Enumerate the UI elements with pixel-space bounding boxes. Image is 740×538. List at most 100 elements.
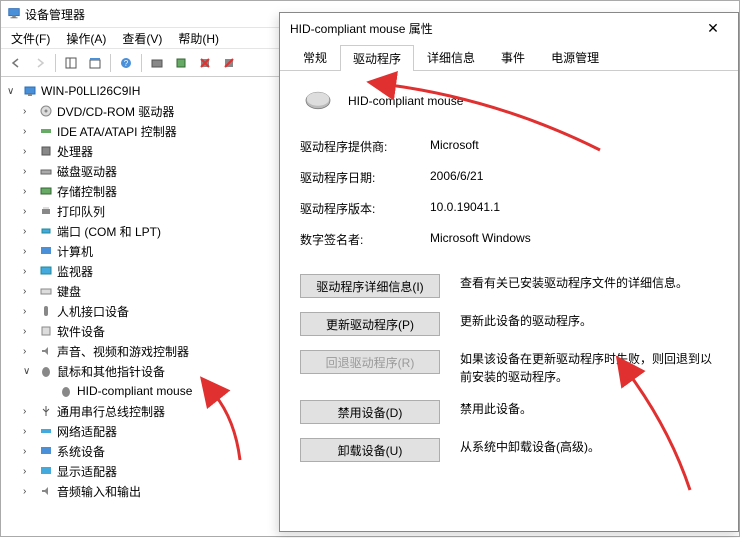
info-date: 驱动程序日期:2006/6/21 (300, 169, 718, 186)
chevron-right-icon[interactable]: › (23, 206, 37, 217)
chevron-right-icon[interactable]: › (23, 486, 37, 497)
audio-io-icon (37, 484, 55, 498)
menu-help[interactable]: 帮助(H) (172, 28, 225, 49)
dialog-body: HID-compliant mouse 驱动程序提供商:Microsoft 驱动… (280, 71, 738, 492)
cpu-icon (37, 144, 55, 158)
chevron-right-icon[interactable]: › (23, 246, 37, 257)
disable-device-button[interactable]: 禁用设备(D) (300, 400, 440, 424)
tree-item-label: 端口 (COM 和 LPT) (55, 223, 161, 240)
chevron-right-icon[interactable]: › (23, 226, 37, 237)
tab-details[interactable]: 详细信息 (414, 44, 488, 70)
help-button[interactable]: ? (115, 52, 137, 74)
port-icon (37, 224, 55, 238)
chevron-right-icon[interactable]: › (23, 126, 37, 137)
chevron-right-icon[interactable]: › (23, 406, 37, 417)
tree-item-label: 存储控制器 (55, 183, 117, 200)
tree-item-label: 音频输入和输出 (55, 483, 141, 500)
display-icon (37, 464, 55, 478)
tab-general[interactable]: 常规 (290, 44, 340, 70)
hid-icon (37, 304, 55, 318)
tree-item-label: 打印队列 (55, 203, 105, 220)
update-driver-desc: 更新此设备的驱动程序。 (460, 312, 718, 330)
tab-power[interactable]: 电源管理 (538, 44, 612, 70)
chevron-right-icon[interactable]: › (23, 466, 37, 477)
tab-driver[interactable]: 驱动程序 (340, 45, 414, 71)
show-hide-button[interactable] (60, 52, 82, 74)
toolbar-separator (141, 54, 142, 72)
row-disable-device: 禁用设备(D) 禁用此设备。 (300, 400, 718, 424)
computer-icon (21, 84, 39, 98)
tree-item-label: 人机接口设备 (55, 303, 129, 320)
forward-button[interactable] (29, 52, 51, 74)
disable-button[interactable] (218, 52, 240, 74)
uninstall-device-button[interactable]: 卸载设备(U) (300, 438, 440, 462)
device-name: HID-compliant mouse (348, 94, 463, 108)
chevron-right-icon[interactable]: › (23, 186, 37, 197)
update-driver-button[interactable]: 更新驱动程序(P) (300, 312, 440, 336)
tree-item-label: 通用串行总线控制器 (55, 403, 165, 420)
dialog-titlebar: HID-compliant mouse 属性 ✕ (280, 13, 738, 43)
driver-details-desc: 查看有关已安装驱动程序文件的详细信息。 (460, 274, 718, 292)
toolbar-separator (110, 54, 111, 72)
rollback-driver-desc: 如果该设备在更新驱动程序时失败，则回退到以前安装的驱动程序。 (460, 350, 718, 386)
row-uninstall-device: 卸载设备(U) 从系统中卸载设备(高级)。 (300, 438, 718, 462)
chevron-right-icon[interactable]: › (23, 146, 37, 157)
disable-device-desc: 禁用此设备。 (460, 400, 718, 418)
properties-button[interactable] (84, 52, 106, 74)
chevron-right-icon[interactable]: › (23, 286, 37, 297)
disk-icon (37, 164, 55, 178)
close-button[interactable]: ✕ (698, 20, 728, 37)
menu-file[interactable]: 文件(F) (5, 28, 56, 49)
usb-icon (37, 404, 55, 418)
info-provider: 驱动程序提供商:Microsoft (300, 138, 718, 155)
tree-child-label: HID-compliant mouse (75, 384, 192, 398)
tree-item-label: 网络适配器 (55, 423, 117, 440)
uninstall-button[interactable] (194, 52, 216, 74)
audio-icon (37, 344, 55, 358)
tree-item-label: 计算机 (55, 243, 93, 260)
driver-details-button[interactable]: 驱动程序详细信息(I) (300, 274, 440, 298)
keyboard-icon (37, 284, 55, 298)
svg-text:?: ? (124, 59, 129, 68)
tree-item-label: 磁盘驱动器 (55, 163, 117, 180)
mouse-icon (57, 384, 75, 398)
rollback-driver-button: 回退驱动程序(R) (300, 350, 440, 374)
tab-events[interactable]: 事件 (488, 44, 538, 70)
tree-item-label: DVD/CD-ROM 驱动器 (55, 103, 174, 120)
software-icon (37, 324, 55, 338)
tree-item-label: 声音、视频和游戏控制器 (55, 343, 189, 360)
menu-view[interactable]: 查看(V) (116, 28, 168, 49)
app-icon (7, 6, 21, 23)
chevron-right-icon[interactable]: › (23, 446, 37, 457)
row-rollback-driver: 回退驱动程序(R) 如果该设备在更新驱动程序时失败，则回退到以前安装的驱动程序。 (300, 350, 718, 386)
system-icon (37, 444, 55, 458)
info-version: 驱动程序版本:10.0.19041.1 (300, 200, 718, 217)
chevron-down-icon[interactable]: ∨ (23, 366, 37, 377)
chevron-right-icon[interactable]: › (23, 306, 37, 317)
device-header: HID-compliant mouse (300, 87, 718, 114)
storage-icon (37, 184, 55, 198)
row-update-driver: 更新驱动程序(P) 更新此设备的驱动程序。 (300, 312, 718, 336)
chevron-right-icon[interactable]: › (23, 106, 37, 117)
chevron-right-icon[interactable]: › (23, 266, 37, 277)
computer-icon (37, 244, 55, 258)
back-button[interactable] (5, 52, 27, 74)
mouse-large-icon (300, 87, 336, 114)
mouse-icon (37, 364, 55, 378)
chevron-down-icon[interactable]: ∨ (7, 86, 21, 97)
cdrom-icon (37, 104, 55, 118)
ide-icon (37, 124, 55, 138)
monitor-icon (37, 264, 55, 278)
update-driver-button[interactable] (170, 52, 192, 74)
scan-button[interactable] (146, 52, 168, 74)
tree-item-label: 鼠标和其他指针设备 (55, 363, 165, 380)
properties-dialog: HID-compliant mouse 属性 ✕ 常规 驱动程序 详细信息 事件… (279, 12, 739, 532)
chevron-right-icon[interactable]: › (23, 326, 37, 337)
chevron-right-icon[interactable]: › (23, 166, 37, 177)
tree-item-label: 监视器 (55, 263, 93, 280)
chevron-right-icon[interactable]: › (23, 346, 37, 357)
info-signer: 数字签名者:Microsoft Windows (300, 231, 718, 248)
chevron-right-icon[interactable]: › (23, 426, 37, 437)
menu-action[interactable]: 操作(A) (60, 28, 112, 49)
toolbar-separator (55, 54, 56, 72)
